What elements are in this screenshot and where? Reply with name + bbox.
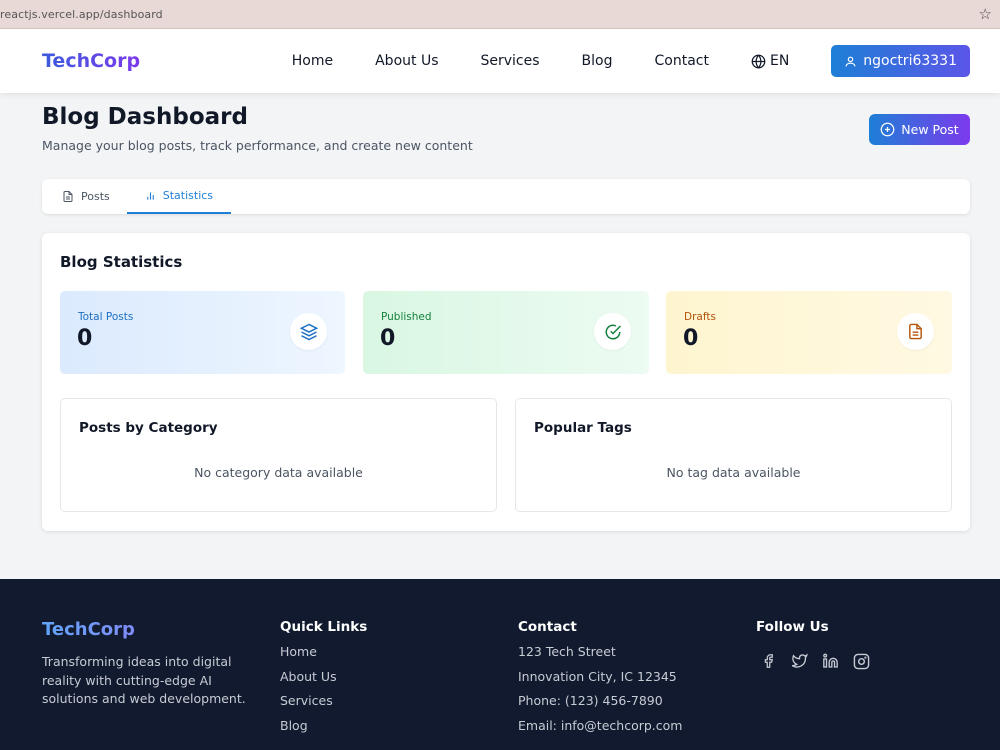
stat-published: Published 0	[363, 291, 649, 374]
dashboard-tabs: Posts Statistics	[42, 179, 970, 214]
tab-posts-label: Posts	[81, 190, 110, 203]
follow-title: Follow Us	[756, 619, 829, 635]
tab-statistics[interactable]: Statistics	[126, 179, 232, 214]
category-title: Posts by Category	[79, 420, 218, 436]
globe-icon	[751, 54, 766, 69]
nav-link-services[interactable]: Services	[481, 53, 540, 69]
footer-brand[interactable]: TechCorp	[42, 619, 135, 640]
page-subtitle: Manage your blog posts, track performanc…	[42, 138, 473, 153]
new-post-label: New Post	[901, 122, 959, 137]
bookmark-star-icon[interactable]: ☆	[979, 5, 992, 23]
nav-link-about[interactable]: About Us	[375, 53, 438, 69]
blog-statistics-card: Blog Statistics Total Posts 0 Published …	[42, 233, 970, 531]
user-icon	[845, 56, 856, 66]
top-navigation: TechCorp Home About Us Services Blog Con…	[0, 29, 1000, 93]
footer-description: Transforming ideas into digital reality …	[42, 654, 246, 706]
stat-label: Drafts	[684, 311, 716, 323]
contact-address: 123 Tech Street	[518, 644, 616, 659]
url-text[interactable]: reactjs.vercel.app/dashboard	[0, 8, 163, 21]
nav-link-contact[interactable]: Contact	[655, 53, 709, 69]
bar-chart-icon	[146, 191, 154, 200]
user-menu-button[interactable]: ngoctri63331	[831, 45, 970, 77]
page-header: Blog Dashboard Manage your blog posts, t…	[42, 104, 473, 153]
username: ngoctri63331	[863, 53, 957, 69]
nav-link-home[interactable]: Home	[292, 53, 333, 69]
footer-link-about[interactable]: About Us	[280, 669, 367, 685]
footer-contact: Contact 123 Tech Street Innovation City,…	[518, 619, 682, 733]
site-footer: TechCorp Transforming ideas into digital…	[0, 579, 1000, 750]
category-empty-message: No category data available	[194, 465, 363, 480]
plus-circle-icon	[880, 122, 895, 137]
footer-link-home[interactable]: Home	[280, 644, 367, 660]
posts-by-category-panel: Posts by Category No category data avail…	[60, 398, 497, 512]
stat-drafts: Drafts 0	[666, 291, 952, 374]
footer-quick-links: Quick Links Home About Us Services Blog	[280, 619, 367, 733]
stat-total-posts: Total Posts 0	[60, 291, 345, 374]
linkedin-icon[interactable]	[818, 649, 842, 673]
stat-label: Published	[381, 311, 432, 323]
footer-link-blog[interactable]: Blog	[280, 718, 367, 734]
twitter-icon[interactable]	[787, 649, 811, 673]
document-icon	[63, 191, 73, 202]
nav-link-blog[interactable]: Blog	[582, 53, 613, 69]
stat-value: 0	[683, 326, 699, 351]
stat-value: 0	[380, 326, 396, 351]
tab-posts[interactable]: Posts	[60, 179, 127, 214]
statistics-title: Blog Statistics	[60, 253, 183, 271]
tags-title: Popular Tags	[534, 420, 632, 436]
language-label: EN	[769, 53, 790, 69]
file-text-icon	[897, 313, 934, 350]
instagram-icon[interactable]	[849, 649, 873, 673]
contact-city: Innovation City, IC 12345	[518, 668, 677, 684]
facebook-icon[interactable]	[756, 649, 780, 673]
check-circle-icon	[594, 313, 631, 350]
footer-link-services[interactable]: Services	[280, 693, 367, 709]
layers-icon	[290, 313, 327, 350]
contact-email: Email: info@techcorp.com	[518, 717, 683, 733]
stat-label: Total Posts	[78, 311, 134, 323]
browser-address-bar[interactable]: reactjs.vercel.app/dashboard ☆	[0, 0, 1000, 29]
popular-tags-panel: Popular Tags No tag data available	[515, 398, 952, 512]
stat-value: 0	[77, 326, 93, 351]
contact-phone: Phone: (123) 456-7890	[518, 693, 663, 708]
new-post-button[interactable]: New Post	[869, 114, 970, 145]
social-links	[756, 649, 880, 673]
language-selector[interactable]: EN	[751, 53, 789, 69]
page-title: Blog Dashboard	[42, 104, 248, 130]
contact-title: Contact	[518, 619, 577, 635]
nav-links: Home About Us Services Blog Contact EN n…	[292, 45, 970, 77]
tags-empty-message: No tag data available	[666, 465, 801, 480]
brand-logo[interactable]: TechCorp	[42, 50, 140, 72]
quick-links-title: Quick Links	[280, 619, 368, 635]
tab-statistics-label: Statistics	[162, 189, 214, 202]
footer-follow: Follow Us	[756, 619, 880, 673]
